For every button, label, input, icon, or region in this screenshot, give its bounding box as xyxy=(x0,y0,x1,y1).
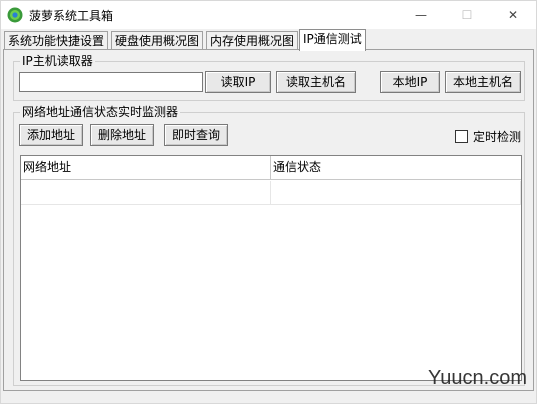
timed-check-label: 定时检测 xyxy=(473,130,522,144)
watermark-text: Yuucn.com xyxy=(428,367,527,389)
tab-ip-test[interactable]: IP通信测试 xyxy=(299,29,366,51)
table-row-status-cell[interactable] xyxy=(271,181,521,205)
maximize-button[interactable]: ☐ xyxy=(444,1,490,29)
close-button[interactable]: ✕ xyxy=(490,1,536,29)
delete-address-button[interactable]: 删除地址 xyxy=(90,124,154,146)
ip-reader-group-label: IP主机读取器 xyxy=(20,54,95,68)
read-hostname-button[interactable]: 读取主机名 xyxy=(276,71,356,93)
close-icon: ✕ xyxy=(507,8,519,22)
query-now-button[interactable]: 即时查询 xyxy=(164,124,228,146)
minimize-icon: — xyxy=(415,8,427,22)
maximize-icon: ☐ xyxy=(461,8,473,22)
address-list[interactable]: 网络地址 通信状态 xyxy=(20,155,522,381)
local-ip-button[interactable]: 本地IP xyxy=(380,71,440,93)
column-header-address[interactable]: 网络地址 xyxy=(21,156,271,180)
table-row-address-cell[interactable] xyxy=(21,181,271,205)
tab-system-shortcuts[interactable]: 系统功能快捷设置 xyxy=(4,31,109,50)
monitor-group: 网络地址通信状态实时监测器 添加地址 删除地址 即时查询 定时检测 网络地址 通… xyxy=(13,105,525,386)
timed-check-toggle[interactable]: 定时检测 xyxy=(455,128,521,145)
tab-panel: IP主机读取器 读取IP 读取主机名 本地IP 本地主机名 网络地址通信状态实时… xyxy=(3,49,534,391)
window-title: 菠萝系统工具箱 xyxy=(29,9,114,23)
ip-reader-group: IP主机读取器 读取IP 读取主机名 本地IP 本地主机名 xyxy=(13,54,525,101)
timed-check-checkbox[interactable] xyxy=(455,130,468,143)
column-header-status[interactable]: 通信状态 xyxy=(271,156,521,180)
local-hostname-button[interactable]: 本地主机名 xyxy=(445,71,521,93)
title-bar: 菠萝系统工具箱 — ☐ ✕ xyxy=(1,1,536,29)
tab-strip: 系统功能快捷设置 硬盘使用概况图 内存使用概况图 IP通信测试 xyxy=(1,29,536,51)
monitor-group-label: 网络地址通信状态实时监测器 xyxy=(20,105,181,119)
add-address-button[interactable]: 添加地址 xyxy=(19,124,83,146)
ip-input[interactable] xyxy=(19,72,203,92)
app-logo-icon xyxy=(7,7,23,23)
app-window: 菠萝系统工具箱 — ☐ ✕ 系统功能快捷设置 硬盘使用概况图 内存使用概况图 I… xyxy=(0,0,537,404)
tab-disk-usage[interactable]: 硬盘使用概况图 xyxy=(111,31,204,50)
read-ip-button[interactable]: 读取IP xyxy=(205,71,271,93)
tab-memory-usage[interactable]: 内存使用概况图 xyxy=(206,31,299,50)
minimize-button[interactable]: — xyxy=(398,1,444,29)
